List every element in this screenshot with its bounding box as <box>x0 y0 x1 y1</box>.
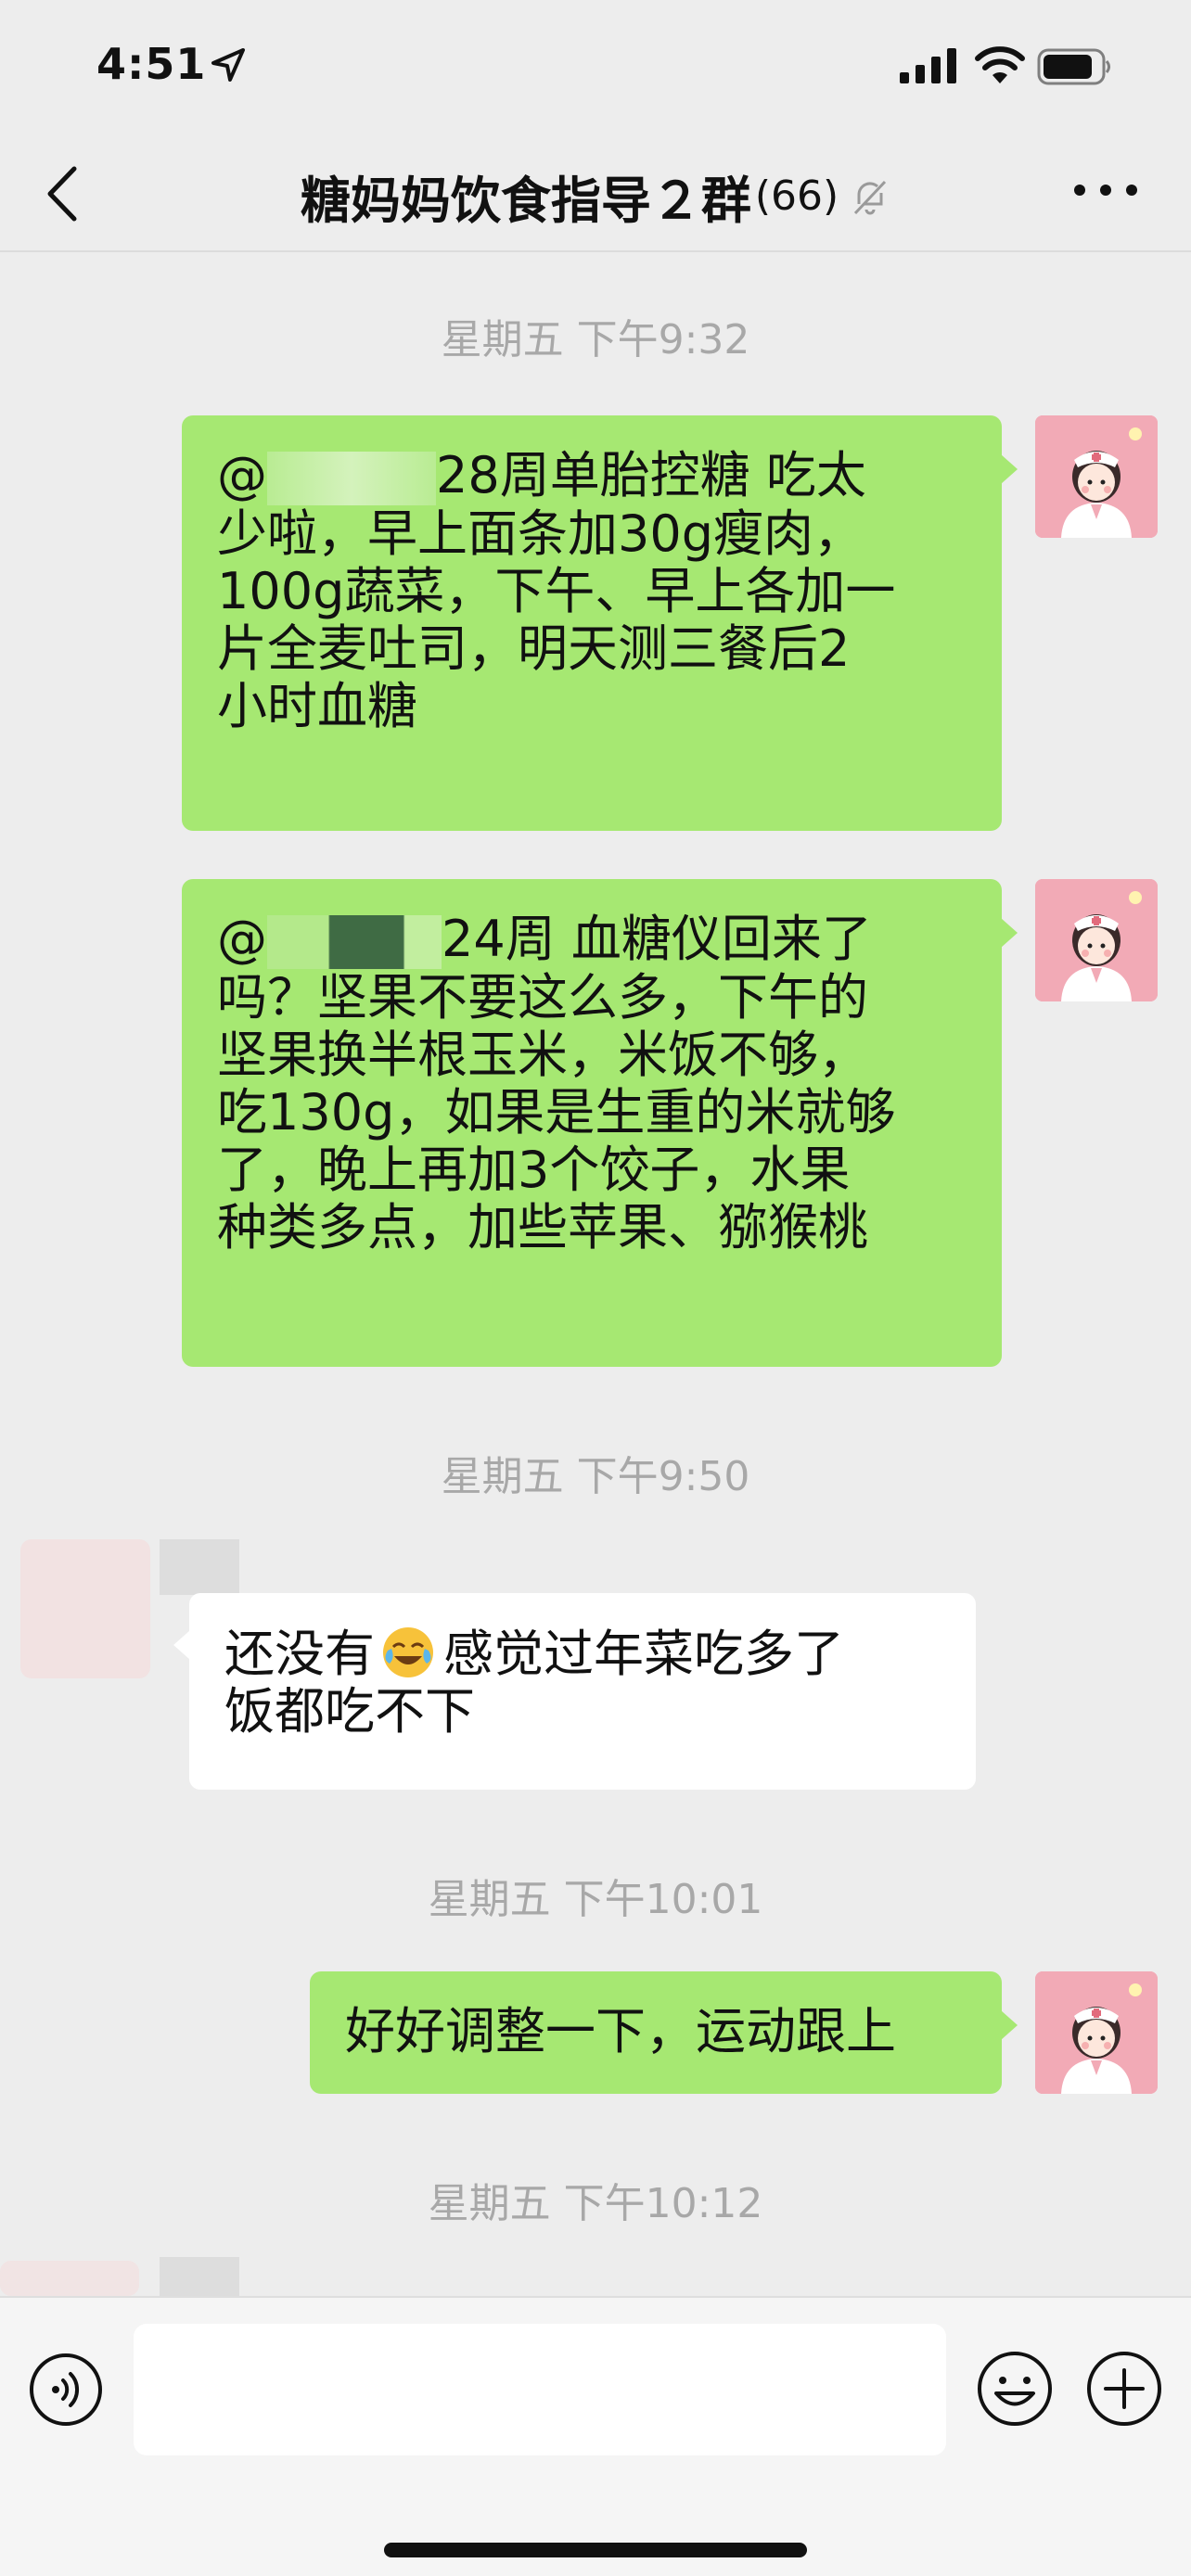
outgoing-message-bubble[interactable]: 好好调整一下，运动跟上 <box>310 1971 1018 2094</box>
member-count: (66) <box>754 172 839 220</box>
message-line: 了，晚上再加3个饺子，水果 <box>217 1141 851 1200</box>
status-time: 4:51 <box>96 39 207 89</box>
plus-icon[interactable] <box>1085 2350 1163 2428</box>
chat-input-bar <box>0 2296 1191 2576</box>
sender-name-blurred <box>160 2257 239 2296</box>
sender-name-blurred <box>160 1539 239 1595</box>
emoji-icon[interactable] <box>976 2350 1054 2428</box>
message-line: @24周 血糖仪回来了 <box>217 910 872 970</box>
group-name: 糖妈妈饮食指导２群 <box>300 172 751 230</box>
redacted-mention <box>267 452 436 506</box>
redacted-mention <box>267 915 442 970</box>
nurse-avatar-image <box>1035 879 1158 1001</box>
message-input[interactable] <box>134 2324 946 2455</box>
message-line: @28周单胎控糖 吃太 <box>217 446 866 506</box>
bubble-tail <box>1001 454 1018 484</box>
message-line: 小时血糖 <box>217 677 417 736</box>
message-timestamp: 星期五 下午10:01 <box>428 1876 763 1923</box>
outgoing-message-bubble[interactable]: @28周单胎控糖 吃太 少啦，早上面条加30g瘦肉， 100g蔬菜，下午、早上各… <box>182 415 1018 831</box>
message-line: 坚果换半根玉米，米饭不够， <box>217 1026 868 1085</box>
wifi-icon <box>975 46 1025 83</box>
message-line: 好好调整一下，运动跟上 <box>345 2002 896 2060</box>
message-timestamp: 星期五 下午9:50 <box>441 1453 750 1500</box>
voice-input-icon[interactable] <box>28 2352 104 2428</box>
incoming-message-bubble[interactable]: 还没有 感觉过年菜吃多了 饭都吃不下 <box>173 1593 976 1790</box>
nurse-avatar[interactable] <box>1035 415 1158 538</box>
nurse-avatar-image <box>1035 1971 1158 2094</box>
mute-bell-icon <box>854 180 887 214</box>
status-bar: 4:51 <box>0 0 1191 139</box>
sender-avatar-blurred[interactable] <box>0 2261 139 2296</box>
message-line: 吗？坚果不要这么多，下午的 <box>217 968 868 1027</box>
sender-avatar-blurred[interactable] <box>20 1539 150 1678</box>
message-line: 种类多点，加些苹果、猕猴桃 <box>217 1198 868 1257</box>
message-line: 片全麦吐司，明天测三餐后2 <box>217 619 851 679</box>
message-line: 吃130g，如果是生重的米就够 <box>217 1083 896 1142</box>
message-line: 少啦，早上面条加30g瘦肉， <box>217 504 864 564</box>
nurse-avatar[interactable] <box>1035 879 1158 1001</box>
nurse-avatar[interactable] <box>1035 1971 1158 2094</box>
bubble-tail <box>1001 918 1018 948</box>
outgoing-message-bubble[interactable]: @24周 血糖仪回来了 吗？坚果不要这么多，下午的 坚果换半根玉米，米饭不够， … <box>182 879 1018 1367</box>
crying-laughing-emoji <box>383 1627 433 1677</box>
chat-title: 糖妈妈饮食指导２群(66) <box>0 159 1191 233</box>
message-line: 100g蔬菜，下午、早上各加一 <box>217 562 896 621</box>
home-indicator[interactable] <box>384 2543 807 2557</box>
message-timestamp: 星期五 下午9:32 <box>441 316 750 363</box>
message-line: 还没有 感觉过年菜吃多了 <box>224 1625 844 1683</box>
more-dots-icon[interactable] <box>1072 176 1139 204</box>
battery-icon <box>1037 48 1110 85</box>
location-arrow-icon <box>211 48 245 82</box>
bubble-tail <box>173 1630 190 1660</box>
chat-header: 糖妈妈饮食指导２群(66) <box>0 139 1191 252</box>
bubble-tail <box>1001 2010 1018 2040</box>
message-line: 饭都吃不下 <box>224 1682 475 1741</box>
message-timestamp: 星期五 下午10:12 <box>428 2180 763 2227</box>
nurse-avatar-image <box>1035 415 1158 538</box>
cellular-signal-icon <box>900 48 956 83</box>
